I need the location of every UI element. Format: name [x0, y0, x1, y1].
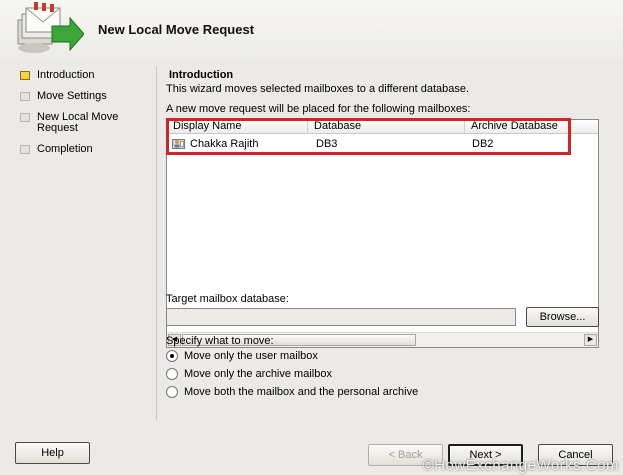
nav-divider [156, 66, 157, 420]
radio-unchecked-icon[interactable] [166, 368, 178, 380]
radio-checked-icon[interactable] [166, 350, 178, 362]
step-indicator-icon [20, 113, 30, 122]
step-current-indicator-icon [20, 71, 30, 80]
page-title: New Local Move Request [98, 22, 255, 37]
target-database-field[interactable] [166, 308, 516, 326]
step-new-local-move-request: New Local Move Request [20, 112, 130, 134]
radio-label[interactable]: Move only the archive mailbox [184, 368, 332, 380]
radio-unchecked-icon[interactable] [166, 386, 178, 398]
wizard-header: New Local Move Request [0, 0, 623, 62]
target-database-label: Target mailbox database: [166, 293, 289, 305]
scroll-right-icon[interactable]: ▶ [584, 334, 597, 346]
intro-description: This wizard moves selected mailboxes to … [166, 83, 470, 95]
mailbox-list-label: A new move request will be placed for th… [166, 103, 471, 115]
section-heading: Introduction [169, 69, 234, 81]
radio-label[interactable]: Move both the mailbox and the personal a… [184, 386, 418, 398]
step-label: New Local Move Request [37, 111, 119, 134]
move-options-label: Specify what to move: [166, 335, 274, 347]
step-label: Move Settings [37, 90, 107, 102]
watermark: ©HowExchangeWorks.Com [422, 457, 619, 474]
browse-button[interactable]: Browse... [526, 307, 599, 327]
help-button[interactable]: Help [15, 442, 90, 464]
step-indicator-icon [20, 145, 30, 154]
step-label: Introduction [37, 69, 95, 81]
annotation-highlight-box [166, 118, 571, 155]
move-mailbox-icon [17, 2, 84, 53]
step-label: Completion [37, 143, 93, 155]
wizard-steps: Introduction Move Settings New Local Mov… [20, 70, 150, 165]
step-move-settings: Move Settings [20, 91, 150, 102]
step-completion: Completion [20, 144, 150, 155]
step-introduction: Introduction [20, 70, 150, 81]
step-indicator-icon [20, 92, 30, 101]
radio-label[interactable]: Move only the user mailbox [184, 350, 318, 362]
